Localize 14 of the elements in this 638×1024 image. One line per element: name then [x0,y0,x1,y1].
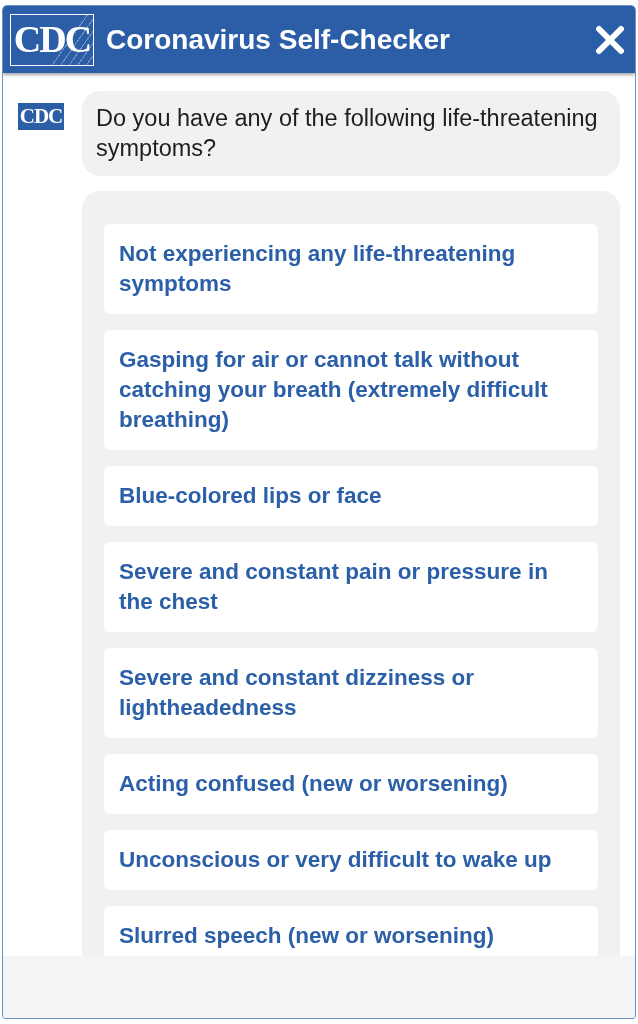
answer-option[interactable]: Slurred speech (new or worsening) [104,906,598,956]
answer-option[interactable]: Unconscious or very difficult to wake up [104,830,598,890]
answer-option[interactable]: Acting confused (new or worsening) [104,754,598,814]
close-icon [595,24,625,55]
answer-option[interactable]: Severe and constant dizziness or lightheadedness [104,648,598,738]
answer-option[interactable]: Severe and constant pain or pressure in the chest [104,542,598,632]
question-bubble: Do you have any of the following life-threatening symptoms? [82,91,620,176]
cdc-avatar: CDC [18,103,64,130]
answer-option[interactable]: Gasping for air or cannot talk without catching your breath (extremely difficult breathing) [104,330,598,450]
answer-option[interactable]: Not experiencing any life-threatening symptoms [104,224,598,314]
close-button[interactable] [595,24,625,55]
window-title: Coronavirus Self-Checker [106,23,451,56]
cdc-logo: CDC [10,13,94,66]
answer-option[interactable]: Blue-colored lips or face [104,466,598,526]
